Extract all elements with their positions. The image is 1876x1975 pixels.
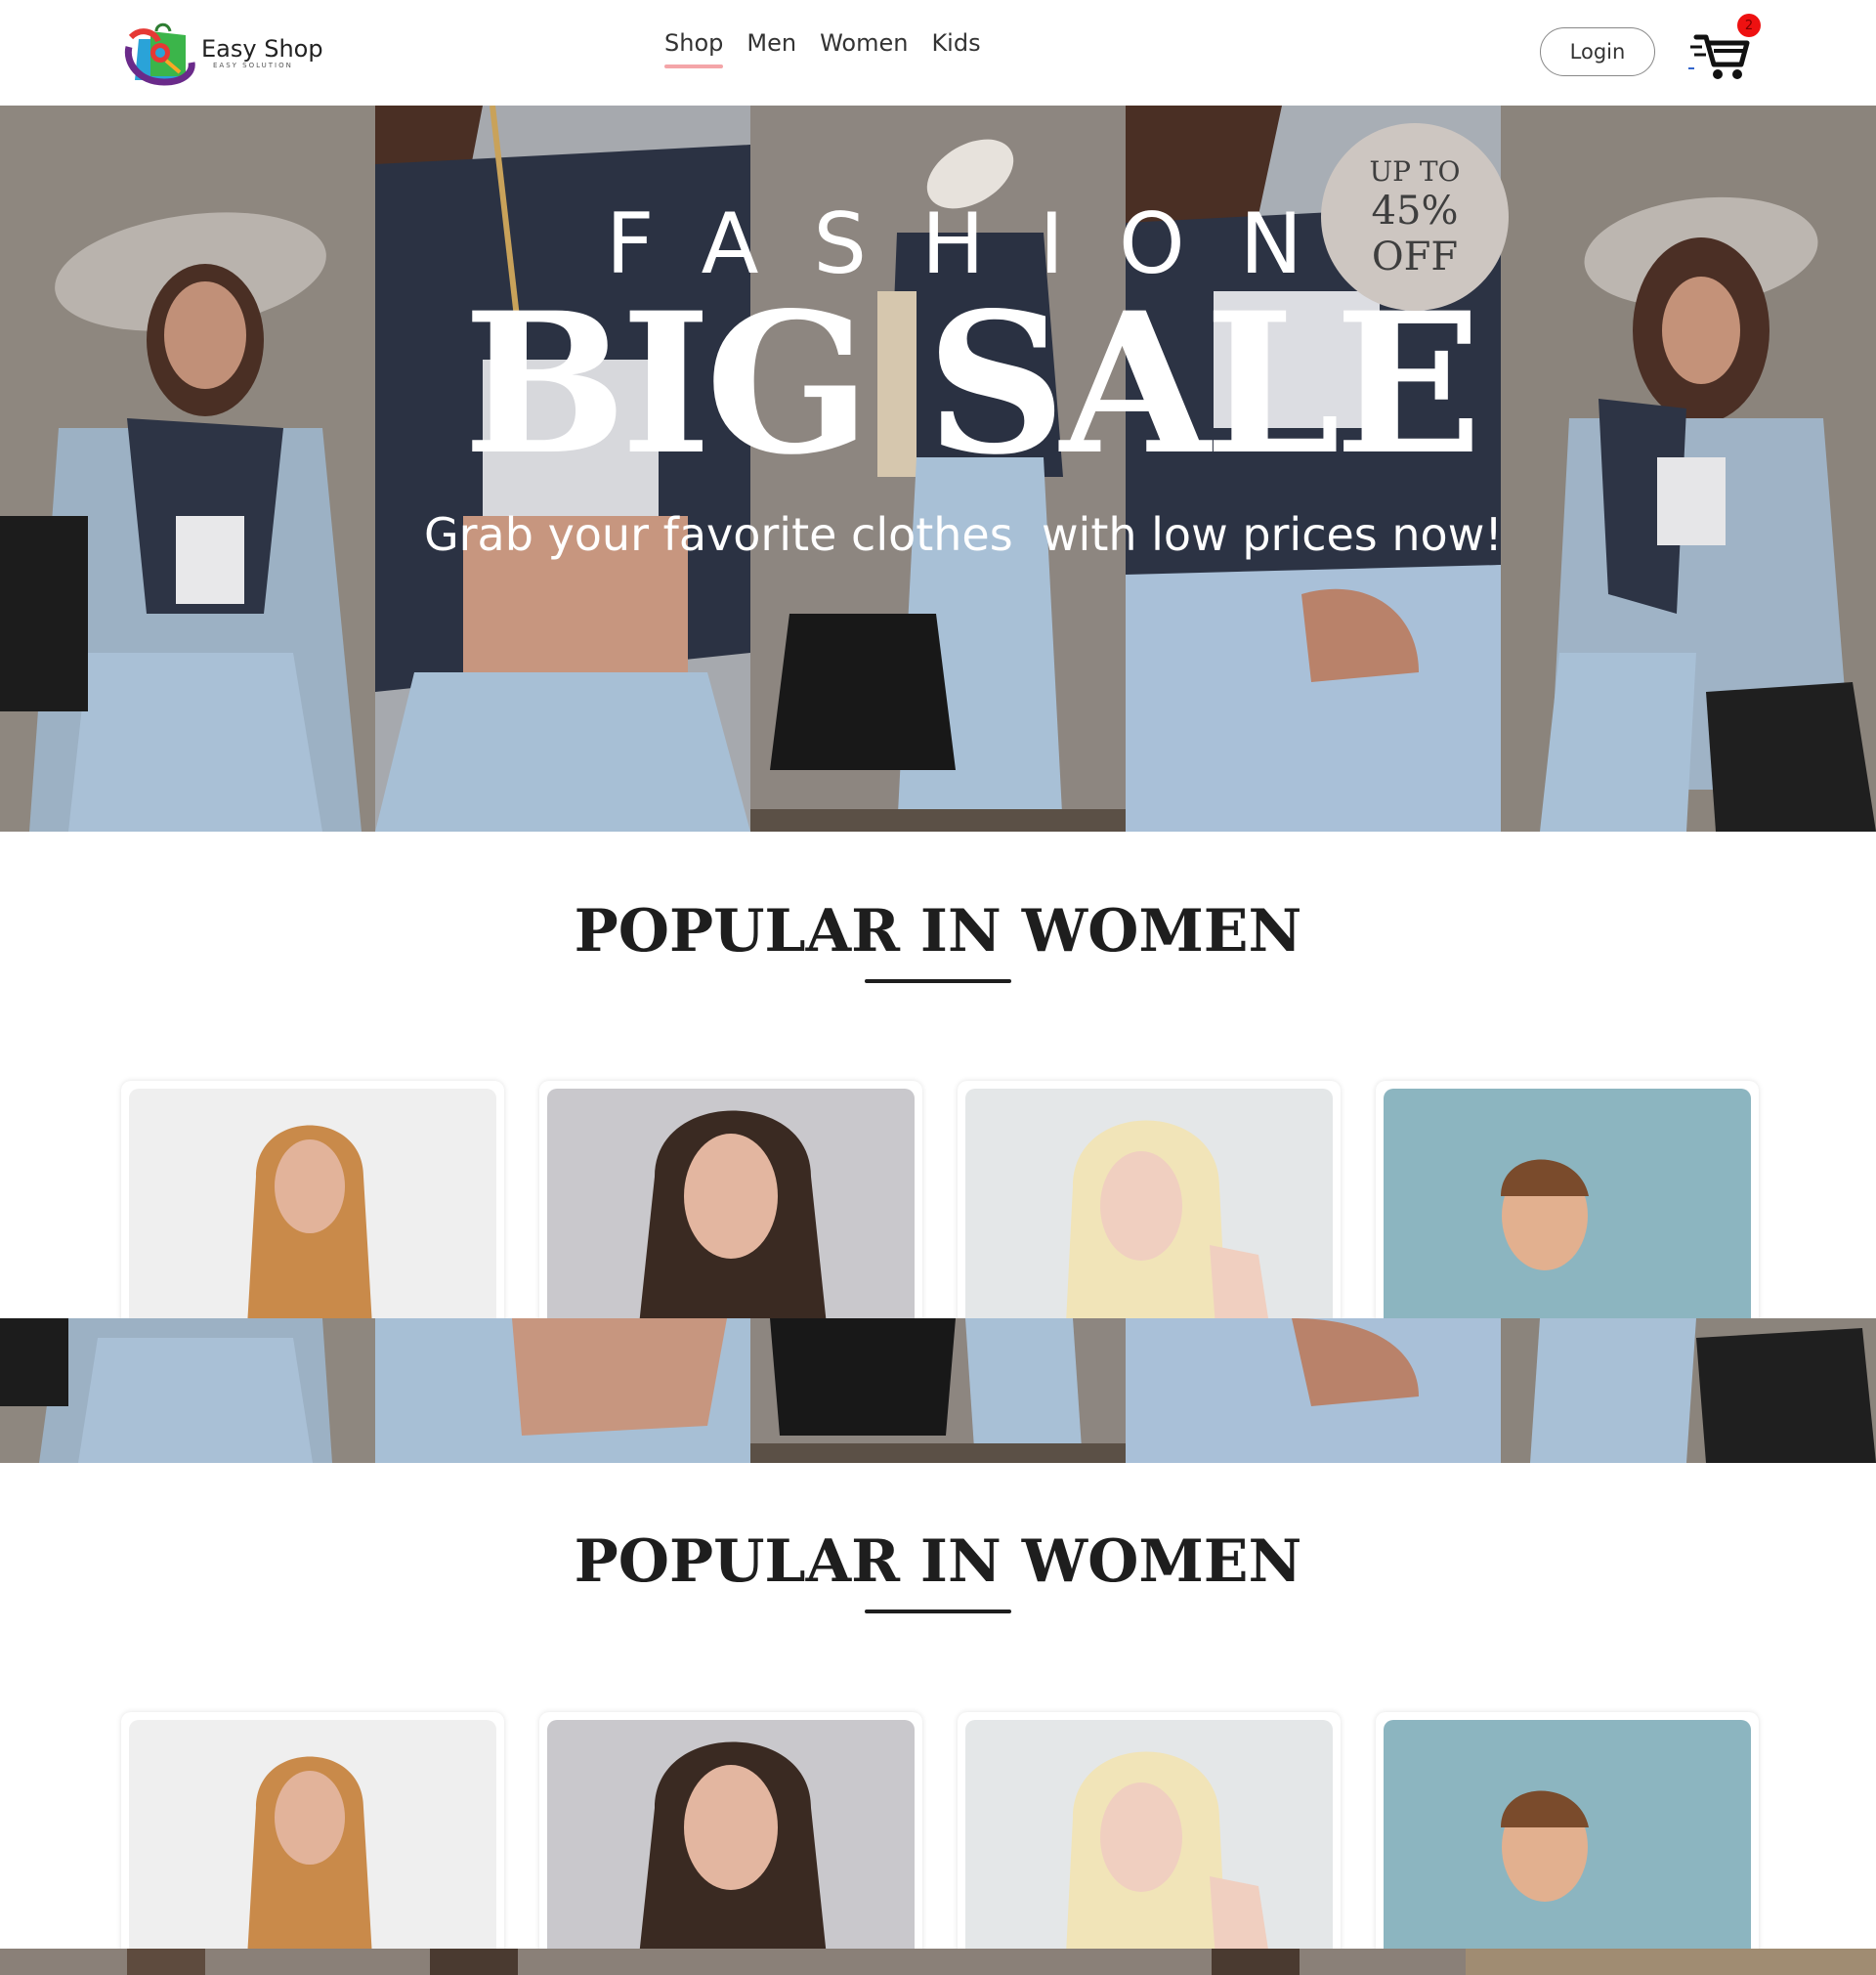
section-title-popular-women-2: POPULAR IN WOMEN bbox=[574, 1527, 1302, 1596]
product-image bbox=[965, 1720, 1333, 1975]
logo[interactable]: Easy Shop EASY SOLUTION bbox=[121, 18, 326, 88]
brand-tagline: EASY SOLUTION bbox=[213, 62, 293, 70]
discount-percent: 45% bbox=[1371, 188, 1459, 234]
strip-photo-2 bbox=[375, 1318, 750, 1463]
product-image bbox=[1384, 1720, 1751, 1975]
section-title-popular-women-1: POPULAR IN WOMEN bbox=[574, 897, 1302, 966]
section-title-underline bbox=[865, 1610, 1011, 1613]
nav-item-shop[interactable]: Shop bbox=[664, 29, 724, 68]
hero-tagline: Grab your favorite clothes with low pric… bbox=[424, 508, 1503, 561]
navbar: Easy Shop EASY SOLUTION Shop Men Women K… bbox=[0, 0, 1876, 106]
discount-line-1: UP TO bbox=[1369, 154, 1461, 188]
nav-item-kids[interactable]: Kids bbox=[931, 29, 980, 57]
cart-button[interactable]: 2 bbox=[1688, 14, 1761, 82]
product-row-2 bbox=[121, 1712, 1794, 1975]
brand-name: Easy Shop bbox=[201, 34, 323, 63]
strip-photo-3 bbox=[750, 1318, 1126, 1463]
cart-count-badge: 2 bbox=[1737, 14, 1761, 37]
product-card[interactable] bbox=[121, 1712, 504, 1975]
product-card[interactable] bbox=[1376, 1712, 1759, 1975]
nav-item-men[interactable]: Men bbox=[746, 29, 796, 57]
product-image bbox=[129, 1720, 496, 1975]
shopping-bag-logo-icon bbox=[121, 18, 197, 88]
hero-headline: BIG SALE bbox=[463, 270, 1482, 497]
strip-photo-5 bbox=[1501, 1318, 1876, 1463]
nav-item-women[interactable]: Women bbox=[820, 29, 908, 57]
hero-photo-strip-repeat bbox=[0, 1318, 1876, 1463]
strip-photo-1 bbox=[0, 1318, 375, 1463]
login-button[interactable]: Login bbox=[1540, 27, 1655, 76]
discount-badge: UP TO 45% OFF bbox=[1321, 123, 1509, 311]
product-card[interactable] bbox=[539, 1712, 922, 1975]
product-card[interactable] bbox=[958, 1712, 1341, 1975]
hero-text-overlay: FASHION BIG SALE Grab your favorite clot… bbox=[0, 106, 1876, 832]
main-nav: Shop Men Women Kids bbox=[664, 29, 1004, 68]
discount-line-3: OFF bbox=[1371, 234, 1459, 279]
product-image bbox=[547, 1720, 915, 1975]
section-title-underline bbox=[865, 979, 1011, 983]
footer-photo-strip bbox=[0, 1949, 1876, 1975]
strip-photo-4 bbox=[1126, 1318, 1501, 1463]
hero-banner: FASHION BIG SALE Grab your favorite clot… bbox=[0, 106, 1876, 832]
